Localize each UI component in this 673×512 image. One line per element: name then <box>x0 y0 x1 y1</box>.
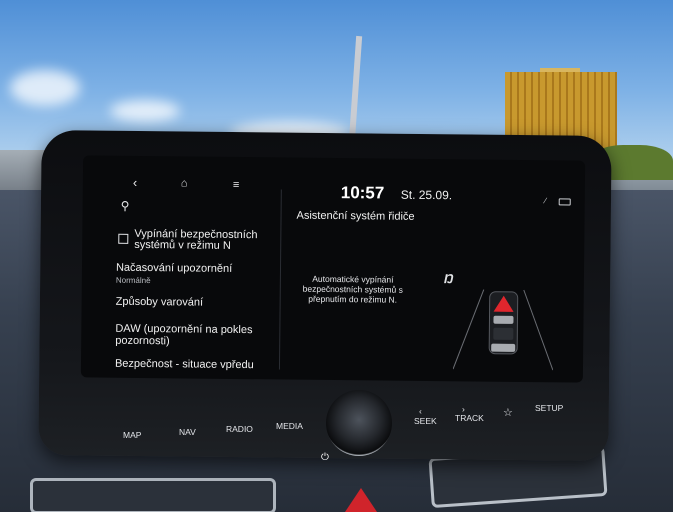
menu-item-safety-off-line2[interactable]: systémů v režimu N <box>134 239 231 252</box>
seek-back-icon[interactable]: ‹ <box>419 406 422 416</box>
checkbox[interactable] <box>118 233 129 244</box>
car-warning-illustration-icon <box>452 289 554 371</box>
back-icon[interactable]: ‹ <box>133 175 138 190</box>
volume-knob[interactable] <box>326 390 392 456</box>
hazard-button[interactable] <box>345 488 377 512</box>
page-title: Asistenční systém řidiče <box>296 209 415 223</box>
home-icon[interactable]: ⌂ <box>181 177 188 190</box>
menu-item-warning-methods[interactable]: Způsoby varování <box>116 296 204 309</box>
clock-date: St. 25.09. <box>400 187 453 203</box>
menu-item-daw-line2[interactable]: pozornosti) <box>115 335 170 348</box>
map-button[interactable]: MAP <box>123 430 141 440</box>
nav-button[interactable]: NAV <box>179 427 196 437</box>
setup-button[interactable]: SETUP <box>535 403 563 413</box>
divider <box>278 189 282 370</box>
n-mode-logo-icon: Ŋ <box>443 271 454 287</box>
menu-item-warning-timing-value: Normálně <box>115 275 151 286</box>
track-button[interactable]: TRACK <box>455 413 484 423</box>
menu-icon[interactable]: ≡ <box>233 179 240 192</box>
infotainment-screen: ‹ ⌂ ≡ 10:57 St. 25.09. ⁄ ⚲ Asistenční sy… <box>80 155 586 383</box>
air-vent-left[interactable] <box>30 478 276 512</box>
search-icon[interactable]: ⚲ <box>121 199 130 213</box>
media-button[interactable]: MEDIA <box>276 421 303 431</box>
radio-button[interactable]: RADIO <box>226 424 253 434</box>
description-line: přepnutím do režimu N. <box>308 293 398 305</box>
star-icon[interactable]: ☆ <box>503 406 513 419</box>
menu-item-forward-safety[interactable]: Bezpečnost - situace vpředu <box>115 358 254 371</box>
connection-icon: ⁄ <box>544 196 547 206</box>
photo-scene: ‹ ⌂ ≡ 10:57 St. 25.09. ⁄ ⚲ Asistenční sy… <box>0 0 673 512</box>
menu-item-warning-timing[interactable]: Načasování upozornění <box>116 262 232 275</box>
clock-time: 10:57 <box>340 183 385 203</box>
battery-icon <box>558 198 571 206</box>
feature-description: Automatické vypínání bezpečnostních syst… <box>294 274 412 305</box>
cloud <box>110 100 180 122</box>
seek-button[interactable]: SEEK <box>414 416 437 426</box>
power-icon[interactable]: ⏻ <box>321 452 329 463</box>
cloud <box>10 70 80 106</box>
